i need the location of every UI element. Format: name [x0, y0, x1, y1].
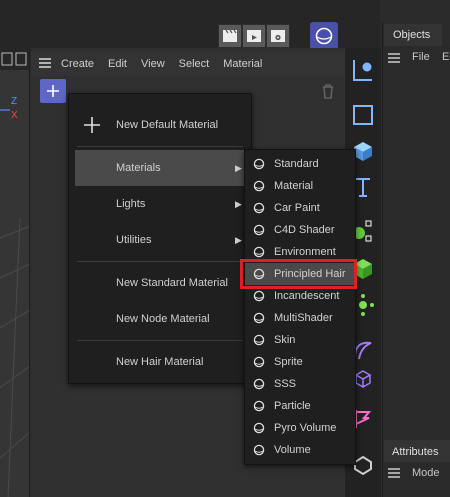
- hamburger-icon: [388, 53, 400, 63]
- create-menu-dropdown: New Default Material Materials ▶ Lights …: [68, 93, 252, 384]
- material-icon: [253, 202, 265, 214]
- chevron-right-icon: ▶: [235, 198, 242, 209]
- menu-item-new-node-material[interactable]: New Node Material: [69, 301, 251, 337]
- menu-divider: [77, 261, 243, 262]
- chevron-right-icon: ▶: [235, 234, 242, 245]
- menu-divider: [77, 146, 243, 147]
- trash-icon[interactable]: [318, 81, 338, 101]
- menu-mode[interactable]: Mode: [412, 467, 440, 479]
- material-icon: [253, 158, 265, 170]
- axis-x-label: X: [11, 110, 18, 121]
- plus-icon: [47, 85, 59, 97]
- material-icon: [253, 444, 265, 456]
- material-icon: [253, 290, 265, 302]
- cube-primitive-icon[interactable]: [350, 102, 376, 128]
- submenu-item-multishader[interactable]: MultiShader: [245, 307, 355, 329]
- menu-divider: [77, 340, 243, 341]
- objects-menubar: File Ed: [384, 48, 450, 66]
- submenu-item-material[interactable]: Material: [245, 175, 355, 197]
- material-manager-menubar: Create Edit View Select Material: [31, 52, 345, 76]
- render-buttons: [218, 24, 290, 48]
- menu-view[interactable]: View: [141, 58, 165, 70]
- material-icon: [253, 378, 265, 390]
- hamburger-icon[interactable]: [39, 57, 51, 71]
- viewport[interactable]: Z X: [0, 48, 30, 497]
- move-tool-icon[interactable]: [350, 58, 376, 84]
- material-icon: [253, 400, 265, 412]
- menu-file[interactable]: File: [412, 51, 430, 63]
- menu-item-new-standard-material[interactable]: New Standard Material: [69, 265, 251, 301]
- menu-item-materials[interactable]: Materials ▶: [75, 150, 247, 186]
- tab-attributes[interactable]: Attributes: [384, 440, 450, 462]
- submenu-item-volume[interactable]: Volume: [245, 439, 355, 461]
- tab-objects[interactable]: Objects: [384, 24, 442, 46]
- plus-icon: [84, 117, 100, 133]
- hamburger-icon: [388, 468, 400, 478]
- sphere-icon[interactable]: [310, 22, 338, 50]
- add-material-button[interactable]: [40, 79, 66, 103]
- chevron-right-icon: ▶: [235, 162, 242, 173]
- menu-edit[interactable]: Edit: [108, 58, 127, 70]
- submenu-item-standard[interactable]: Standard: [245, 153, 355, 175]
- menu-select[interactable]: Select: [179, 58, 210, 70]
- material-icon: [253, 312, 265, 324]
- menu-item-new-hair-material[interactable]: New Hair Material: [69, 344, 251, 380]
- menu-item-new-default-material[interactable]: New Default Material: [69, 107, 251, 143]
- render-to-picture-viewer-icon[interactable]: [242, 24, 266, 48]
- menu-material[interactable]: Material: [223, 58, 262, 70]
- objects-panel: [382, 22, 450, 497]
- submenu-item-sss[interactable]: SSS: [245, 373, 355, 395]
- material-icon: [253, 224, 265, 236]
- render-view-icon[interactable]: [218, 24, 242, 48]
- material-icon: [253, 180, 265, 192]
- material-icon: [253, 356, 265, 368]
- submenu-item-skin[interactable]: Skin: [245, 329, 355, 351]
- material-icon: [253, 246, 265, 258]
- material-icon: [253, 334, 265, 346]
- menu-edit[interactable]: Ed: [442, 51, 450, 63]
- menu-item-utilities[interactable]: Utilities ▶: [69, 222, 251, 258]
- menu-item-lights[interactable]: Lights ▶: [69, 186, 251, 222]
- submenu-item-sprite[interactable]: Sprite: [245, 351, 355, 373]
- submenu-item-particle[interactable]: Particle: [245, 395, 355, 417]
- submenu-item-car-paint[interactable]: Car Paint: [245, 197, 355, 219]
- submenu-item-c4d-shader[interactable]: C4D Shader: [245, 219, 355, 241]
- attributes-menubar: Mode: [384, 462, 450, 484]
- menu-create[interactable]: Create: [61, 58, 94, 70]
- selection-highlight-box: [240, 259, 357, 289]
- render-settings-icon[interactable]: [266, 24, 290, 48]
- materials-submenu: Standard Material Car Paint C4D Shader E…: [244, 149, 356, 465]
- submenu-item-pyro-volume[interactable]: Pyro Volume: [245, 417, 355, 439]
- material-icon: [253, 422, 265, 434]
